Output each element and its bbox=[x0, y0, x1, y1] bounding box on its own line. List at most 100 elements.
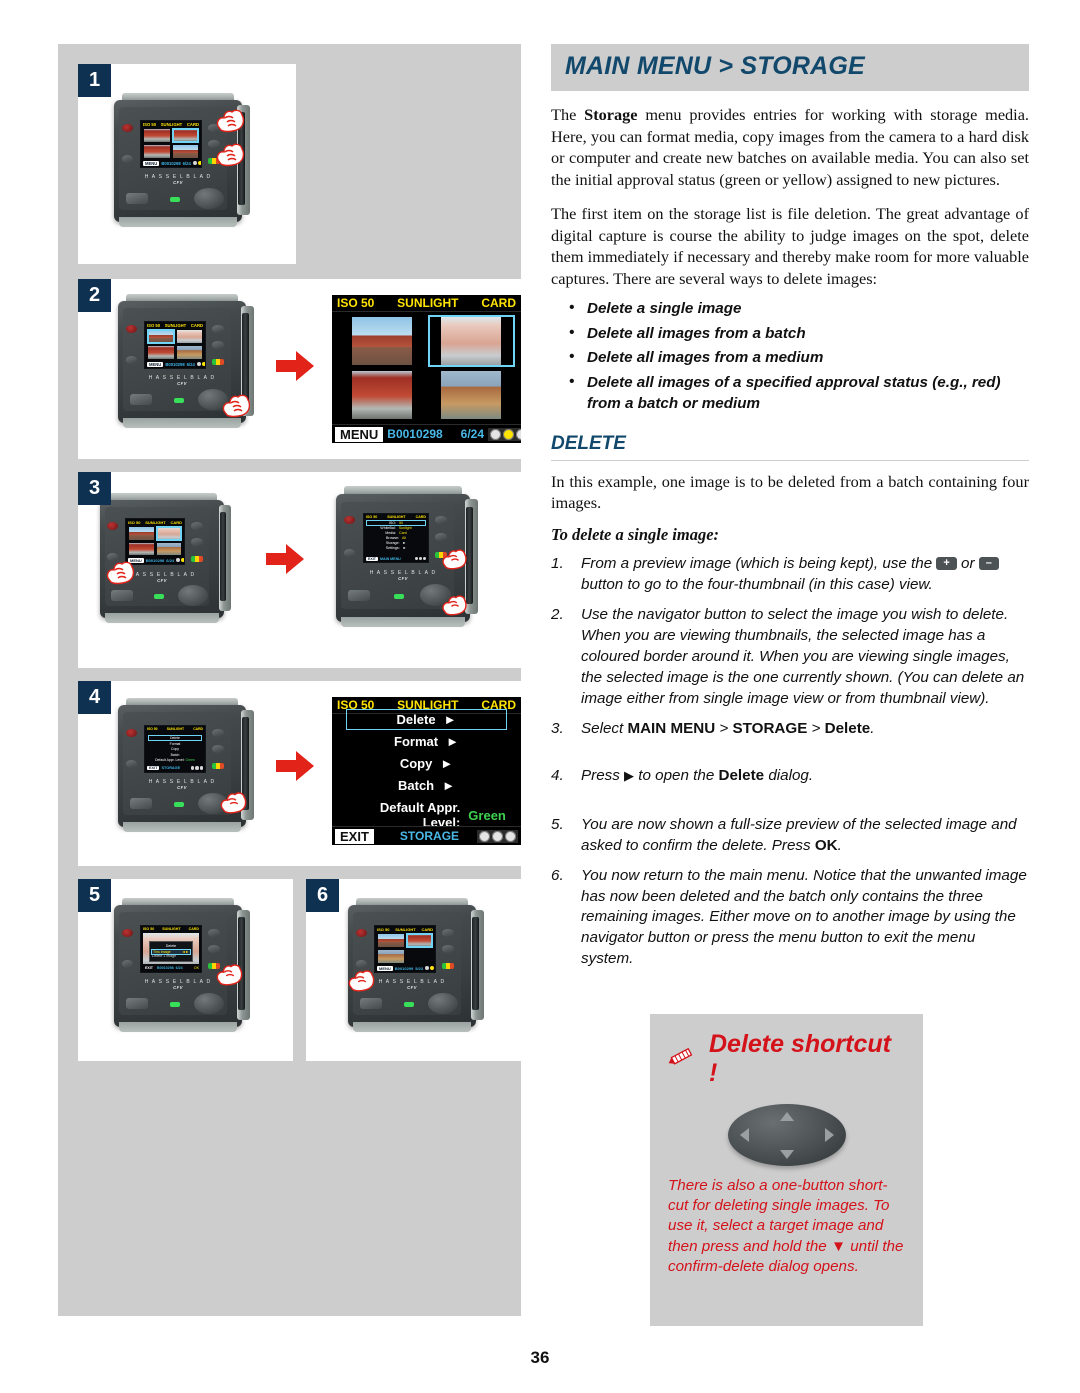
lcd-menu-chip[interactable]: MENU bbox=[377, 965, 393, 971]
lcd-thumb[interactable] bbox=[176, 330, 202, 343]
lcd-thumb-selected[interactable] bbox=[147, 329, 175, 344]
menu-button[interactable] bbox=[126, 760, 137, 768]
camera-illustration: ISO 50 SUNLIGHT CARD Delete This image ◄►… bbox=[114, 897, 250, 1032]
zoom-in-button[interactable] bbox=[442, 929, 454, 937]
screen-thumb-4[interactable] bbox=[429, 371, 513, 419]
approval-button[interactable] bbox=[212, 763, 224, 769]
list-item: Delete a single image bbox=[569, 297, 1029, 320]
zoom-out-button[interactable] bbox=[212, 341, 224, 349]
lcd-row-delete[interactable]: Delete bbox=[148, 735, 202, 741]
approval-button[interactable] bbox=[191, 556, 203, 562]
lcd-thumb-selected[interactable] bbox=[171, 128, 199, 143]
menu-button[interactable] bbox=[344, 549, 355, 557]
navigator-button[interactable] bbox=[428, 993, 458, 1014]
figure-panel-4: 4 ISO 50 SUNLIGHT CARD Delete Format Cop… bbox=[78, 681, 521, 866]
lcd-row-appr[interactable]: Default Appr. Level: Green bbox=[155, 758, 195, 762]
menu-button[interactable] bbox=[122, 155, 133, 163]
lcd-thumb[interactable] bbox=[176, 346, 202, 359]
navigator-button[interactable] bbox=[178, 585, 208, 606]
lcd-menu-row-browse[interactable]: Browse: All bbox=[367, 536, 425, 540]
screen-wb: SUNLIGHT bbox=[397, 296, 459, 310]
zoom-out-button[interactable] bbox=[191, 538, 203, 546]
info-button[interactable] bbox=[360, 998, 382, 1009]
navigator-button[interactable] bbox=[194, 993, 224, 1014]
power-button[interactable] bbox=[126, 325, 137, 333]
lcd-thumb[interactable] bbox=[148, 346, 174, 359]
lcd-thumbnail-grid bbox=[144, 128, 199, 158]
power-button[interactable] bbox=[107, 522, 118, 530]
lcd-exit-chip[interactable]: EXIT bbox=[147, 766, 160, 770]
menu-button[interactable] bbox=[126, 356, 137, 364]
lcd-wb: SUNLIGHT bbox=[387, 515, 406, 519]
screen-exit-button[interactable]: EXIT bbox=[335, 828, 374, 844]
text-column: MAIN MENU > STORAGE The Storage menu pro… bbox=[551, 44, 1029, 979]
screen-bottom-bar: EXIT STORAGE bbox=[332, 826, 521, 845]
info-button[interactable] bbox=[130, 798, 152, 809]
lcd-menu-row-storage[interactable]: Storage: ► bbox=[367, 541, 425, 545]
power-button[interactable] bbox=[126, 729, 137, 737]
lcd-menu-chip[interactable]: MENU bbox=[147, 361, 164, 367]
procedure-steps: 1. From a preview image (which is being k… bbox=[551, 554, 1029, 971]
screen-thumb-1[interactable] bbox=[340, 317, 424, 365]
lcd-thumb-selected[interactable] bbox=[405, 933, 433, 948]
zoom-in-button[interactable] bbox=[212, 729, 224, 737]
zoom-in-button[interactable] bbox=[212, 325, 224, 333]
screen-thumb-3[interactable] bbox=[340, 371, 424, 419]
lcd-menu-row-iso[interactable]: ISO: 50 bbox=[366, 520, 426, 526]
zoom-out-button[interactable] bbox=[212, 745, 224, 753]
lcd-menu-chip[interactable]: MENU bbox=[143, 160, 160, 166]
figure-panel-5: 5 ISO 50 SUNLIGHT CARD Delete This image… bbox=[78, 879, 293, 1061]
lcd-thumb[interactable] bbox=[156, 542, 181, 555]
lcd-thumb[interactable] bbox=[144, 145, 170, 158]
power-button[interactable] bbox=[122, 929, 133, 937]
lcd-menu-row-whitebal[interactable]: WhiteBal: Sunlight bbox=[367, 526, 425, 530]
info-button[interactable] bbox=[126, 193, 148, 204]
lcd-ok-label[interactable]: OK bbox=[194, 966, 199, 970]
zoom-in-button[interactable] bbox=[435, 516, 447, 524]
navigator-button[interactable] bbox=[194, 188, 224, 209]
lcd-exit-chip[interactable]: EXIT bbox=[366, 556, 378, 561]
plus-key-icon: + bbox=[936, 556, 957, 570]
lcd-row-batch[interactable]: Batch bbox=[171, 753, 180, 757]
info-button[interactable] bbox=[126, 998, 148, 1009]
info-button[interactable] bbox=[111, 590, 133, 601]
menu-button[interactable] bbox=[122, 960, 133, 968]
zoom-out-button[interactable] bbox=[435, 533, 447, 541]
info-button[interactable] bbox=[130, 394, 152, 405]
zoom-out-button[interactable] bbox=[442, 945, 454, 953]
step-5: 5. You are now shown a full-size preview … bbox=[551, 815, 1017, 854]
power-button[interactable] bbox=[122, 124, 133, 132]
pointing-hand-icon bbox=[214, 140, 248, 170]
lcd-thumb-selected[interactable] bbox=[155, 526, 182, 541]
figure-panel-6: 6 ISO 50 SUNLIGHT CARD MENU B0010299 5/2… bbox=[306, 879, 521, 1061]
screen-menu-button[interactable]: MENU bbox=[335, 426, 384, 442]
info-button[interactable] bbox=[348, 590, 370, 601]
menu-item-format[interactable]: Format ► bbox=[347, 732, 506, 751]
lcd-thumb[interactable] bbox=[129, 527, 154, 540]
screen-thumb-2-selected[interactable] bbox=[429, 317, 513, 365]
lcd-menu-row-media[interactable]: Media: Card bbox=[367, 531, 425, 535]
lcd-thumb[interactable] bbox=[144, 129, 170, 142]
lcd-wb: SUNLIGHT bbox=[164, 323, 187, 328]
lcd-thumb[interactable] bbox=[378, 950, 404, 963]
zoom-out-button[interactable] bbox=[208, 945, 220, 953]
lcd-row-copy[interactable]: Copy bbox=[171, 747, 179, 751]
lcd-row-format[interactable]: Format bbox=[170, 742, 181, 746]
menu-item-batch[interactable]: Batch ► bbox=[347, 776, 506, 795]
lcd-exit-label[interactable]: EXIT bbox=[143, 966, 155, 970]
lcd-batch: B0010299 bbox=[394, 965, 414, 971]
power-button[interactable] bbox=[344, 516, 355, 524]
lcd-screen-title: STORAGE bbox=[161, 766, 181, 770]
page-title: MAIN MENU > STORAGE bbox=[565, 52, 865, 80]
menu-item-copy[interactable]: Copy ► bbox=[347, 754, 506, 773]
menu-item-delete[interactable]: Delete ► bbox=[347, 710, 506, 729]
power-button[interactable] bbox=[356, 929, 367, 937]
lcd-menu-row-settings[interactable]: Settings: ► bbox=[367, 546, 425, 550]
lcd-thumb[interactable] bbox=[378, 934, 404, 947]
lcd-thumb[interactable] bbox=[172, 145, 198, 158]
zoom-in-button[interactable] bbox=[191, 522, 203, 530]
lcd-thumb[interactable] bbox=[129, 542, 154, 555]
zoom-in-button[interactable] bbox=[208, 929, 220, 937]
approval-button[interactable] bbox=[212, 359, 224, 365]
approval-button[interactable] bbox=[442, 963, 454, 969]
